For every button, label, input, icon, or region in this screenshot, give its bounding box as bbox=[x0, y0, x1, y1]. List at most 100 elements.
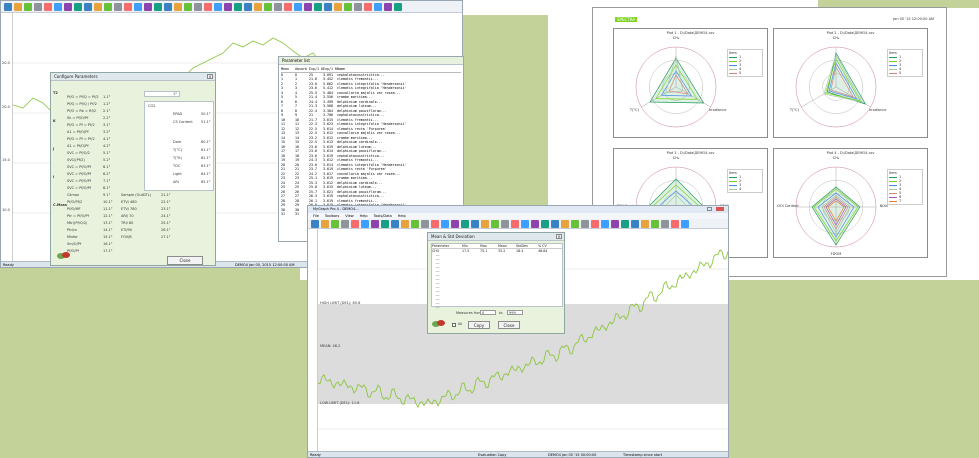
toolbar-button-icon[interactable] bbox=[374, 2, 382, 11]
bottom-row-value[interactable]: 21.1° bbox=[161, 193, 171, 197]
toolbar-button-icon[interactable] bbox=[104, 2, 112, 11]
column-header[interactable]: Mean bbox=[281, 67, 295, 72]
toolbar-button-icon[interactable] bbox=[84, 2, 92, 11]
toolbar-button-icon[interactable] bbox=[391, 219, 399, 228]
toolbar-button-icon[interactable] bbox=[641, 219, 649, 228]
toolbar-button-icon[interactable] bbox=[591, 219, 599, 228]
bottom-row-value[interactable]: 23.1° bbox=[161, 207, 171, 211]
toolbar-button-icon[interactable] bbox=[44, 2, 52, 11]
toolbar-button-icon[interactable] bbox=[541, 219, 549, 228]
param-row-value[interactable]: 10.1° bbox=[103, 200, 113, 204]
toolbar-button-icon[interactable] bbox=[551, 219, 559, 228]
toolbar-button-icon[interactable] bbox=[531, 219, 539, 228]
toolbar-button-icon[interactable] bbox=[214, 2, 222, 11]
close-icon[interactable]: × bbox=[207, 74, 213, 79]
toolbar-button-icon[interactable] bbox=[164, 2, 172, 11]
close-button[interactable]: Close bbox=[167, 256, 203, 265]
close-icon[interactable] bbox=[716, 207, 724, 211]
param-row-value[interactable]: 4.1° bbox=[103, 137, 110, 141]
toolbar-button-icon[interactable] bbox=[184, 2, 192, 11]
param-row-value[interactable]: 6.2° bbox=[103, 172, 110, 176]
toolbar-button-icon[interactable] bbox=[581, 219, 589, 228]
bottom-row-value[interactable]: 25.1° bbox=[161, 221, 171, 225]
toolbar-button-icon[interactable] bbox=[601, 219, 609, 228]
param-row-value[interactable]: 1.2° bbox=[103, 102, 110, 106]
toolbar-button-icon[interactable] bbox=[364, 2, 372, 11]
bottom-row-value[interactable]: 27.1° bbox=[161, 235, 171, 239]
copy-button[interactable]: Copy bbox=[468, 321, 490, 329]
toolbar-button-icon[interactable] bbox=[124, 2, 132, 11]
param-row-value[interactable]: 6.1° bbox=[103, 165, 110, 169]
param-row-value[interactable]: 11.1° bbox=[103, 207, 113, 211]
column-header[interactable]: Absorb bbox=[295, 67, 309, 72]
param-row-value[interactable]: 5.2° bbox=[103, 158, 110, 162]
toolbar-button-icon[interactable] bbox=[324, 2, 332, 11]
toolbar-button-icon[interactable] bbox=[351, 219, 359, 228]
toolbar-button-icon[interactable] bbox=[341, 219, 349, 228]
toolbar-button-icon[interactable] bbox=[471, 219, 479, 228]
from-field[interactable]: 0 bbox=[480, 310, 496, 315]
toolbar-button-icon[interactable] bbox=[74, 2, 82, 11]
toolbar-button-icon[interactable] bbox=[451, 219, 459, 228]
right-row-value[interactable]: 60.1° bbox=[201, 140, 211, 144]
param-row-value[interactable]: 9.1° bbox=[103, 193, 110, 197]
config-top-field[interactable]: 1° bbox=[144, 91, 180, 97]
all-checkbox[interactable] bbox=[452, 323, 456, 327]
toolbar-button-icon[interactable] bbox=[661, 219, 669, 228]
stats-close-icon[interactable]: × bbox=[556, 234, 562, 239]
column-header[interactable]: Name bbox=[337, 67, 457, 72]
param-row-value[interactable]: 17.1° bbox=[103, 249, 113, 253]
toolbar-button-icon[interactable] bbox=[134, 2, 142, 11]
param-row-value[interactable]: 15.1° bbox=[103, 235, 113, 239]
toolbar-button-icon[interactable] bbox=[431, 219, 439, 228]
toolbar-button-icon[interactable] bbox=[521, 219, 529, 228]
right-row-value[interactable]: 50.1° bbox=[201, 112, 211, 116]
toolbar-button-icon[interactable] bbox=[331, 219, 339, 228]
toolbar-button-icon[interactable] bbox=[314, 2, 322, 11]
toolbar-button-icon[interactable] bbox=[94, 2, 102, 11]
close-button[interactable]: Close bbox=[498, 321, 520, 329]
toolbar-button-icon[interactable] bbox=[681, 219, 689, 228]
column-header[interactable]: Exp/1 Obj bbox=[309, 67, 323, 72]
stats-row[interactable]: CH4 17.5 75.1 35.2 16.4 46.64 bbox=[432, 249, 562, 253]
toolbar-button-icon[interactable] bbox=[354, 2, 362, 11]
toolbar-button-icon[interactable] bbox=[34, 2, 42, 11]
toolbar-button-icon[interactable] bbox=[254, 2, 262, 11]
toolbar-button-icon[interactable] bbox=[204, 2, 212, 11]
param-row-value[interactable]: 14.1° bbox=[103, 228, 113, 232]
toolbar-button-icon[interactable] bbox=[621, 219, 629, 228]
toolbar-button-icon[interactable] bbox=[294, 2, 302, 11]
toolbar-button-icon[interactable] bbox=[631, 219, 639, 228]
toolbar-button-icon[interactable] bbox=[4, 2, 12, 11]
param-row-value[interactable]: 13.1° bbox=[103, 221, 113, 225]
stats-empty-row[interactable]: --- bbox=[432, 305, 562, 309]
right-row-value[interactable]: 61.1° bbox=[201, 148, 211, 152]
toolbar-button-icon[interactable] bbox=[321, 219, 329, 228]
param-row-value[interactable]: 7.1° bbox=[103, 179, 110, 183]
param-row-value[interactable]: 3.2° bbox=[103, 130, 110, 134]
toolbar-button-icon[interactable] bbox=[264, 2, 272, 11]
toolbar-button-icon[interactable] bbox=[481, 219, 489, 228]
right-row-value[interactable]: 51.1° bbox=[201, 120, 211, 124]
toolbar-button-icon[interactable] bbox=[461, 219, 469, 228]
param-row-value[interactable]: 12.1° bbox=[103, 214, 113, 218]
toolbar-button-icon[interactable] bbox=[311, 219, 319, 228]
toolbar-button-icon[interactable] bbox=[24, 2, 32, 11]
minimize-icon[interactable] bbox=[707, 207, 712, 211]
right-row-value[interactable]: 64.1° bbox=[201, 172, 211, 176]
toolbar-button-icon[interactable] bbox=[441, 219, 449, 228]
toolbar-button-icon[interactable] bbox=[511, 219, 519, 228]
bottom-row-value[interactable]: 22.1° bbox=[161, 200, 171, 204]
to-field[interactable]: 999 bbox=[507, 310, 523, 315]
toolbar-button-icon[interactable] bbox=[394, 2, 402, 11]
toolbar-button-icon[interactable] bbox=[611, 219, 619, 228]
toolbar-button-icon[interactable] bbox=[571, 219, 579, 228]
param-row-value[interactable]: 4.2° bbox=[103, 144, 110, 148]
right-row-value[interactable]: 65.1° bbox=[201, 180, 211, 184]
toolbar-button-icon[interactable] bbox=[54, 2, 62, 11]
toolbar-button-icon[interactable] bbox=[421, 219, 429, 228]
toolbar-button-icon[interactable] bbox=[244, 2, 252, 11]
bottom-row-value[interactable]: 26.1° bbox=[161, 228, 171, 232]
param-row-value[interactable]: 8.1° bbox=[103, 186, 110, 190]
toolbar-button-icon[interactable] bbox=[284, 2, 292, 11]
